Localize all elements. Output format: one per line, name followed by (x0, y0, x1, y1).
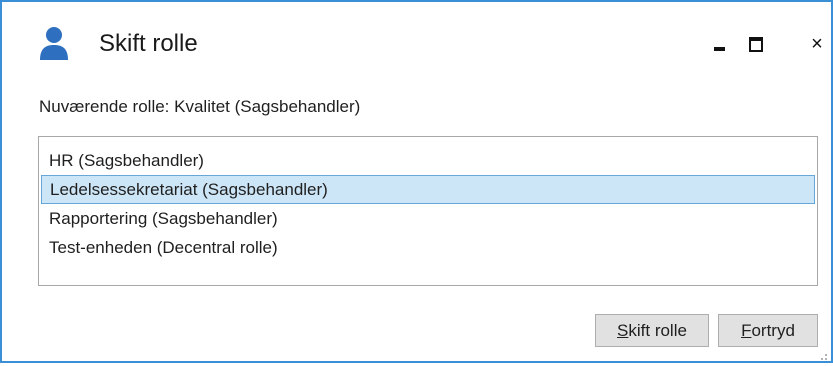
role-list-item[interactable]: Rapportering (Sagsbehandler) (39, 204, 817, 233)
maximize-button[interactable] (736, 24, 776, 64)
title-bar[interactable]: Skift rolle × (2, 2, 831, 87)
role-item-label: Rapportering (Sagsbehandler) (49, 209, 278, 228)
window-title: Skift rolle (99, 30, 198, 57)
dialog-window: Skift rolle × Nuværende rolle: Kvalitet … (0, 0, 833, 363)
close-button[interactable]: × (797, 24, 833, 64)
role-listbox[interactable]: HR (Sagsbehandler) Ledelsessekretariat (… (38, 136, 818, 286)
switch-role-button[interactable]: Skift rolle (595, 314, 709, 347)
minimize-icon (713, 47, 725, 51)
current-role-label: Nuværende rolle: Kvalitet (Sagsbehandler… (39, 97, 361, 116)
cancel-label: Fortryd (741, 321, 795, 340)
role-list-item-selected[interactable]: Ledelsessekretariat (Sagsbehandler) (41, 175, 815, 204)
user-icon (38, 26, 70, 62)
maximize-icon (749, 36, 763, 52)
switch-role-label: Skift rolle (617, 321, 687, 340)
minimize-button[interactable] (699, 24, 739, 64)
close-icon: × (811, 33, 823, 55)
role-list-item[interactable]: HR (Sagsbehandler) (39, 146, 817, 175)
resize-grip-icon[interactable] (818, 348, 828, 360)
role-item-label: HR (Sagsbehandler) (49, 151, 204, 170)
role-item-label: Test-enheden (Decentral rolle) (49, 238, 278, 257)
cancel-button[interactable]: Fortryd (718, 314, 818, 347)
role-item-label: Ledelsessekretariat (Sagsbehandler) (50, 180, 328, 199)
role-list-item[interactable]: Test-enheden (Decentral rolle) (39, 233, 817, 262)
